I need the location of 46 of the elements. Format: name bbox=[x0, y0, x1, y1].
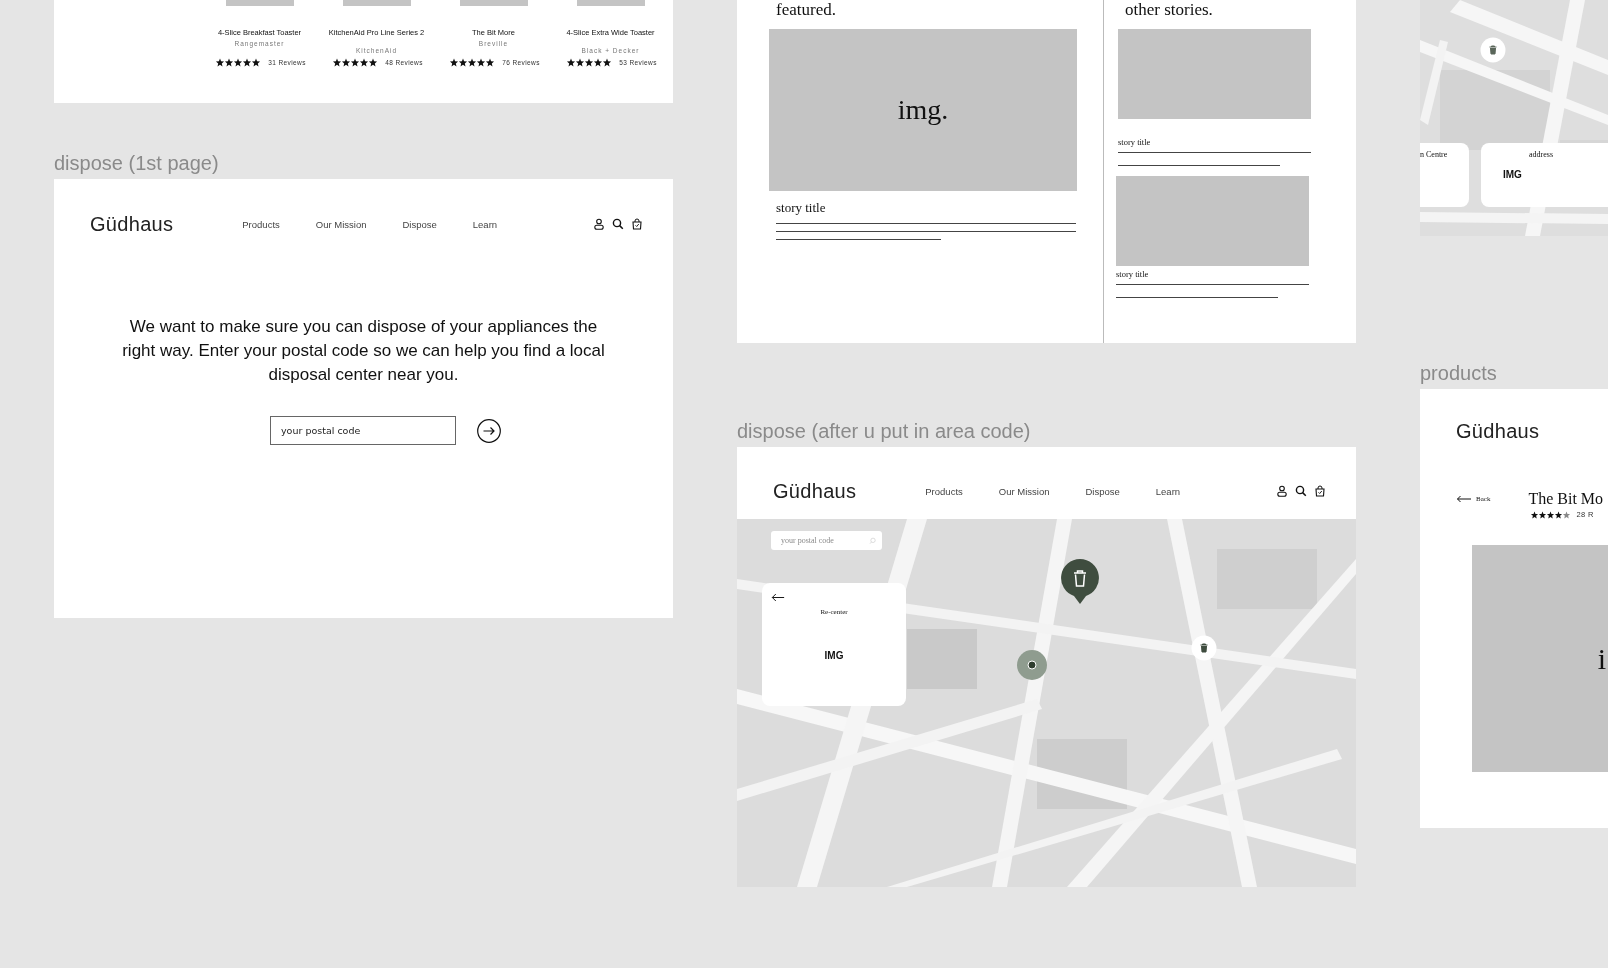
shopping-bag-icon[interactable] bbox=[1314, 485, 1326, 497]
product-image-placeholder bbox=[459, 0, 528, 6]
product-image-placeholder bbox=[576, 0, 645, 6]
postal-code-field[interactable]: your postal code bbox=[771, 531, 882, 550]
card-title: address bbox=[1529, 150, 1553, 159]
nav-link[interactable]: Our Mission bbox=[315, 218, 367, 230]
image-label: IMG bbox=[1503, 169, 1522, 180]
frame-label: products bbox=[1420, 361, 1497, 385]
nav-link[interactable]: Learn bbox=[472, 218, 498, 230]
search-icon[interactable] bbox=[1295, 485, 1307, 497]
nav-link[interactable]: Products bbox=[242, 218, 280, 230]
nav-link[interactable]: Products bbox=[925, 485, 963, 497]
product-image-placeholder bbox=[225, 0, 294, 6]
story-title: story title bbox=[1118, 137, 1152, 148]
intro-text: We want to make sure you can dispose of your appliances the right way. Enter your postal code so we can help you find a local disposal center near you. bbox=[121, 316, 606, 386]
story-title: story title bbox=[776, 200, 827, 216]
image-label: i bbox=[1597, 641, 1606, 676]
nav-link[interactable]: Dispose bbox=[402, 218, 437, 230]
current-location-icon bbox=[1017, 650, 1047, 680]
section-heading: featured. bbox=[776, 0, 837, 20]
nav-link[interactable]: Dispose bbox=[1085, 485, 1120, 497]
product-image-placeholder bbox=[342, 0, 411, 6]
nav-link[interactable]: Our Mission bbox=[998, 485, 1050, 497]
logo[interactable]: Güdhaus bbox=[90, 212, 174, 236]
card-title: n Centre bbox=[1420, 150, 1449, 159]
back-arrow-icon bbox=[1456, 495, 1472, 503]
user-icon[interactable] bbox=[1276, 485, 1288, 497]
nav-link[interactable]: Learn bbox=[1155, 485, 1181, 497]
postal-code-field[interactable]: your postal code bbox=[270, 416, 456, 445]
logo[interactable]: Güdhaus bbox=[1456, 420, 1540, 443]
trash-pin-icon[interactable] bbox=[1480, 37, 1506, 63]
back-arrow-icon[interactable] bbox=[771, 593, 785, 602]
image-label: img. bbox=[897, 94, 949, 126]
image-label: IMG bbox=[824, 650, 844, 661]
product-title: The Bit Mo bbox=[1528, 489, 1604, 509]
story-title: story title bbox=[1116, 269, 1150, 280]
trash-pin-icon[interactable] bbox=[1191, 635, 1217, 661]
section-heading: other stories. bbox=[1125, 0, 1214, 20]
frame-label: dispose (after u put in area code) bbox=[737, 419, 1031, 443]
submit-arrow-button[interactable] bbox=[477, 418, 501, 443]
frame-label: dispose (1st page) bbox=[54, 151, 219, 175]
search-icon[interactable] bbox=[612, 218, 624, 230]
user-icon[interactable] bbox=[593, 218, 605, 230]
trash-pin-icon[interactable] bbox=[1060, 559, 1100, 605]
shopping-bag-icon[interactable] bbox=[631, 218, 643, 230]
logo[interactable]: Güdhaus bbox=[773, 479, 857, 503]
